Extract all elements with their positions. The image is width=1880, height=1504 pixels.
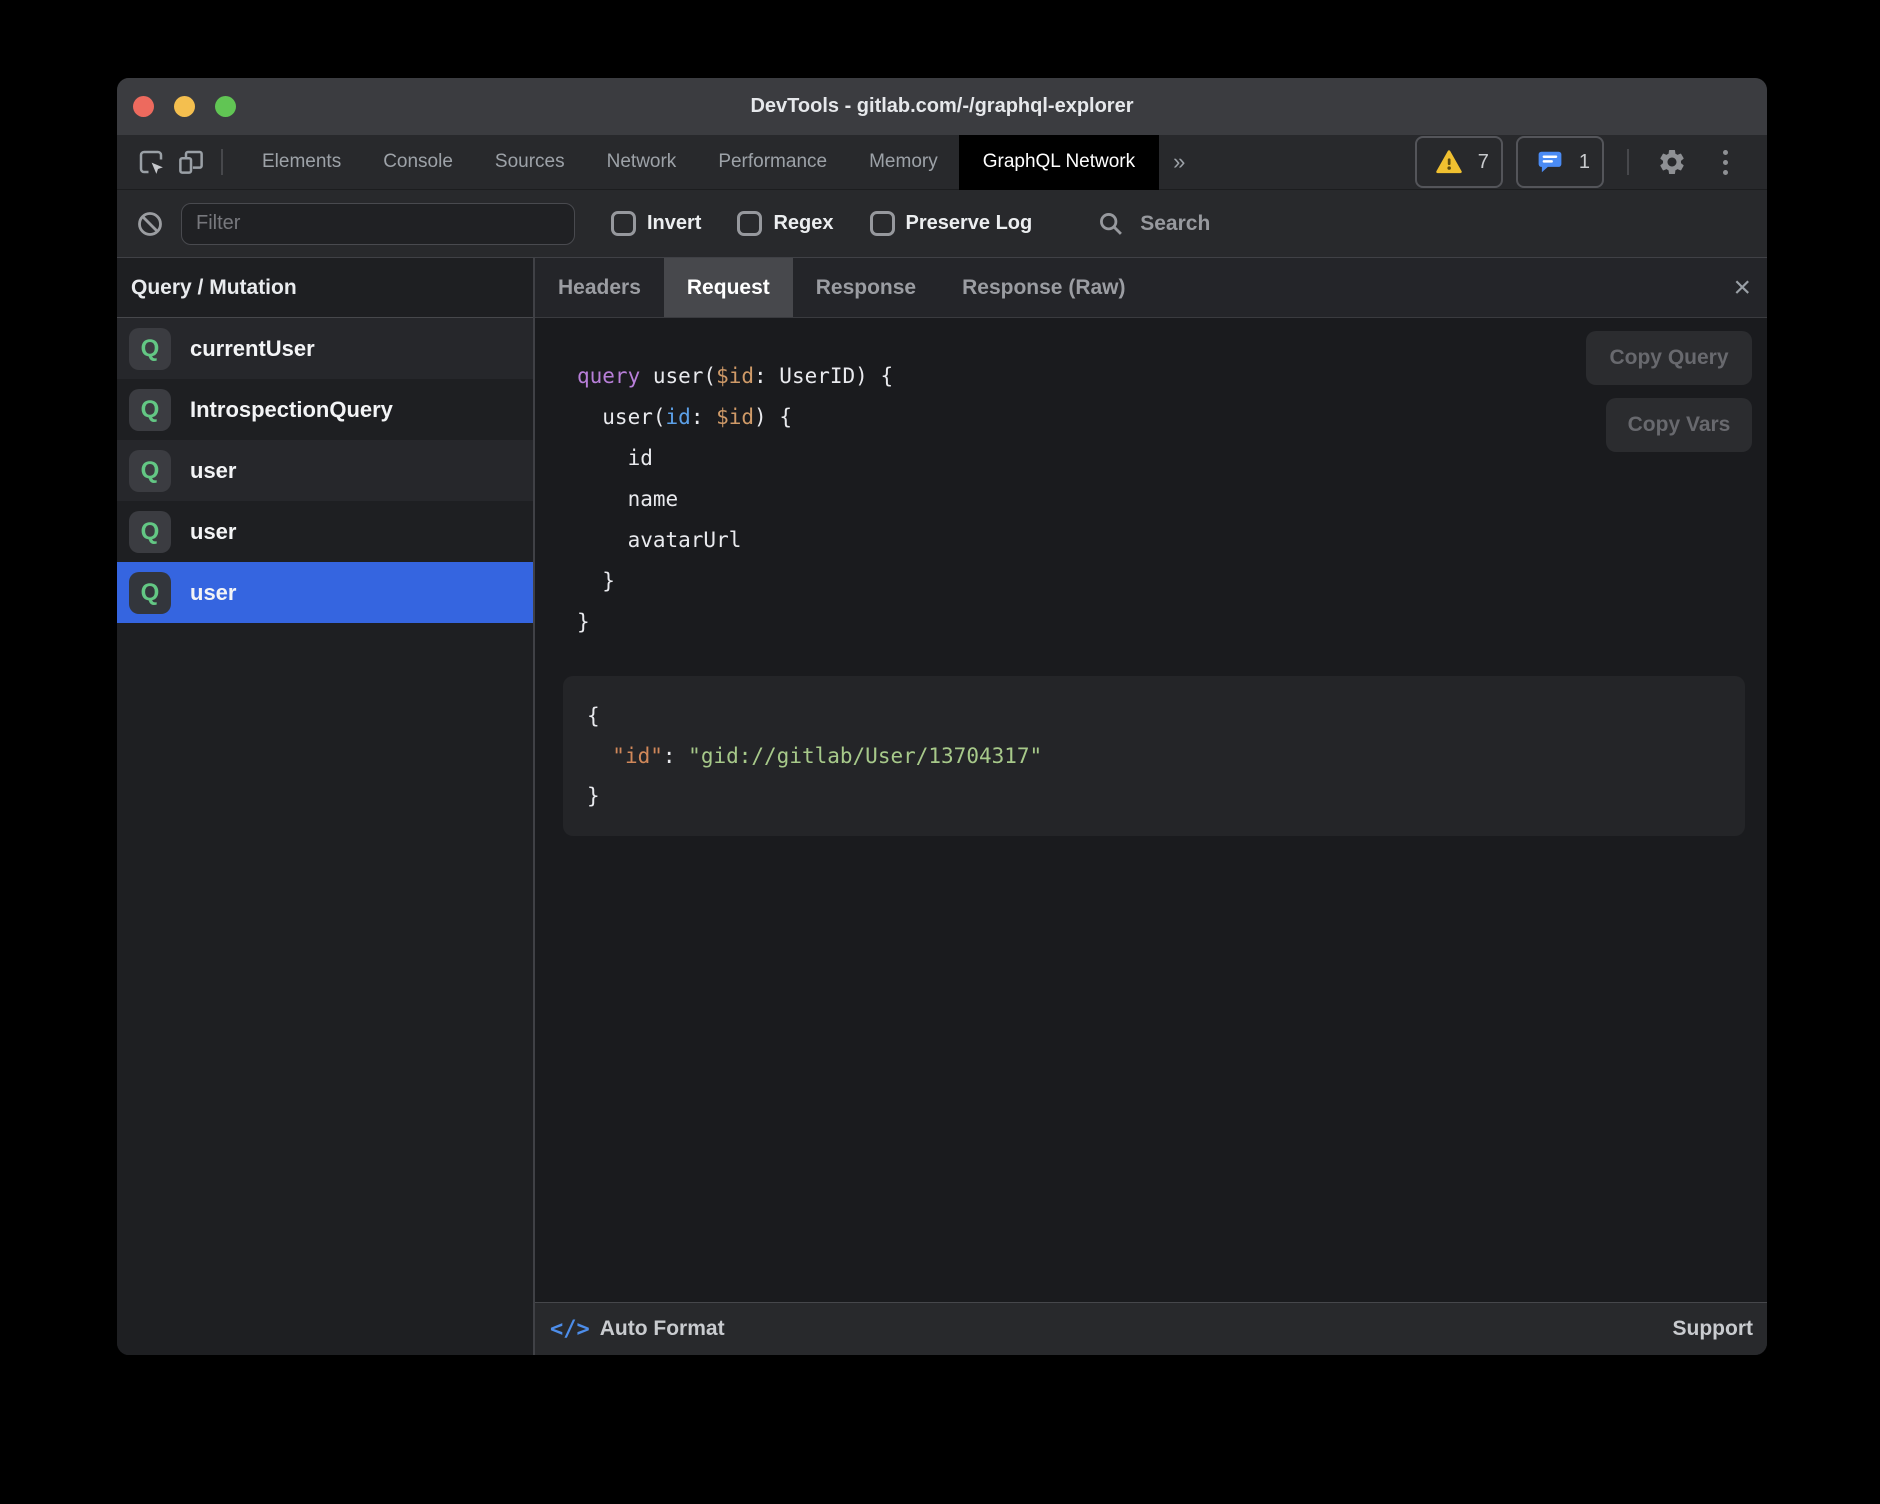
filter-input[interactable] (181, 203, 575, 245)
checkbox-preserve-log[interactable]: Preserve Log (870, 211, 1033, 236)
filter-checkboxes: Invert Regex Preserve Log (575, 211, 1032, 236)
checkbox-invert[interactable]: Invert (611, 211, 701, 236)
support-link[interactable]: Support (1673, 1317, 1753, 1341)
minimize-window-button[interactable] (174, 96, 195, 117)
query-type-badge: Q (129, 572, 171, 614)
query-list-item[interactable]: Q IntrospectionQuery (117, 379, 533, 440)
query-type-badge: Q (129, 511, 171, 553)
message-bubble-icon (1530, 142, 1570, 182)
warning-triangle-icon (1429, 142, 1469, 182)
detail-panel: HeadersRequestResponseResponse (Raw) × q… (535, 258, 1767, 1355)
toolbar-right-cluster: 7 1 (1415, 136, 1767, 188)
toolbar-separator (221, 149, 223, 175)
detail-tab-headers[interactable]: Headers (535, 258, 664, 317)
content-area: Query / Mutation QcurrentUserQIntrospect… (117, 258, 1767, 1355)
issues-badge[interactable]: 1 (1516, 136, 1604, 188)
tab-graphql-network[interactable]: GraphQL Network (959, 135, 1159, 190)
tab-performance[interactable]: Performance (697, 135, 848, 190)
query-type-badge: Q (129, 389, 171, 431)
query-name: IntrospectionQuery (190, 397, 393, 423)
inspect-element-icon[interactable] (131, 142, 171, 182)
device-toolbar-icon[interactable] (171, 142, 211, 182)
search-icon (1094, 207, 1128, 241)
window-title: DevTools - gitlab.com/-/graphql-explorer (750, 95, 1133, 118)
checkbox-regex[interactable]: Regex (737, 211, 833, 236)
toolbar-separator (1627, 149, 1629, 175)
panel-tabs: ElementsConsoleSourcesNetworkPerformance… (241, 135, 1159, 190)
query-type-badge: Q (129, 450, 171, 492)
tab-elements[interactable]: Elements (241, 135, 362, 190)
query-list-item[interactable]: QcurrentUser (117, 318, 533, 379)
request-query-code: query user($id: UserID) { user(id: $id) … (535, 318, 1767, 643)
filter-bar: Invert Regex Preserve Log Search (117, 190, 1767, 258)
detail-tabs-row: HeadersRequestResponseResponse (Raw) × (535, 258, 1767, 318)
checkbox-label: Invert (647, 212, 701, 235)
detail-tab-response-raw[interactable]: Response (Raw) (939, 258, 1148, 317)
fullscreen-window-button[interactable] (215, 96, 236, 117)
detail-tab-response[interactable]: Response (793, 258, 939, 317)
detail-tab-request[interactable]: Request (664, 258, 793, 317)
auto-format-button[interactable]: </> Auto Format (550, 1317, 725, 1342)
devtools-window: DevTools - gitlab.com/-/graphql-explorer… (117, 78, 1767, 1355)
query-list-item[interactable]: Quser (117, 440, 533, 501)
close-window-button[interactable] (133, 96, 154, 117)
detail-footer: </> Auto Format Support (535, 1302, 1767, 1355)
request-variables-box: { "id": "gid://gitlab/User/13704317"} (563, 676, 1745, 836)
copy-vars-button[interactable]: Copy Vars (1606, 398, 1752, 452)
checkbox-box-invert[interactable] (611, 211, 636, 236)
query-name: user (190, 580, 236, 606)
search-label: Search (1140, 212, 1210, 236)
tab-network[interactable]: Network (586, 135, 698, 190)
titlebar: DevTools - gitlab.com/-/graphql-explorer (117, 78, 1767, 135)
kebab-menu-icon[interactable] (1705, 142, 1745, 182)
warning-count: 7 (1478, 151, 1489, 174)
detail-tabs: HeadersRequestResponseResponse (Raw) (535, 258, 1149, 317)
more-tabs-button[interactable]: » (1159, 149, 1199, 175)
query-name: user (190, 458, 236, 484)
main-toolbar: ElementsConsoleSourcesNetworkPerformance… (117, 135, 1767, 190)
query-list-header: Query / Mutation (117, 258, 533, 318)
close-detail-icon[interactable]: × (1733, 258, 1751, 317)
warnings-badge[interactable]: 7 (1415, 136, 1503, 188)
checkbox-box-regex[interactable] (737, 211, 762, 236)
query-type-badge: Q (129, 328, 171, 370)
auto-format-label: Auto Format (600, 1317, 725, 1341)
traffic-lights (133, 78, 236, 135)
query-list-panel: Query / Mutation QcurrentUserQIntrospect… (117, 258, 535, 1355)
query-list-item[interactable]: Quser (117, 501, 533, 562)
tab-console[interactable]: Console (362, 135, 474, 190)
search-toggle[interactable]: Search (1078, 207, 1210, 241)
query-list-item[interactable]: Quser (117, 562, 533, 623)
query-list: QcurrentUserQIntrospectionQueryQuserQuse… (117, 318, 533, 623)
message-count: 1 (1579, 151, 1590, 174)
checkbox-label: Preserve Log (906, 212, 1033, 235)
code-brackets-icon: </> (550, 1317, 590, 1342)
request-tab-content: query user($id: UserID) { user(id: $id) … (535, 318, 1767, 1302)
tab-memory[interactable]: Memory (848, 135, 959, 190)
clear-block-icon[interactable] (133, 207, 167, 241)
settings-gear-icon[interactable] (1652, 142, 1692, 182)
checkbox-box-preserve-log[interactable] (870, 211, 895, 236)
checkbox-label: Regex (773, 212, 833, 235)
copy-query-button[interactable]: Copy Query (1586, 331, 1752, 385)
tab-sources[interactable]: Sources (474, 135, 586, 190)
query-name: currentUser (190, 336, 315, 362)
query-name: user (190, 519, 236, 545)
